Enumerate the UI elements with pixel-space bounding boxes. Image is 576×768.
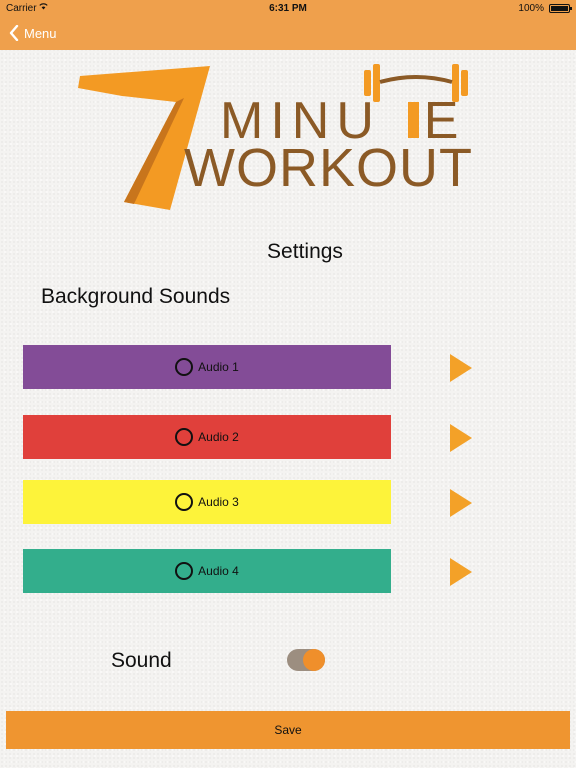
chevron-left-icon [9,25,19,41]
audio-option-label: Audio 3 [198,495,239,509]
section-title: Background Sounds [41,285,231,308]
clock: 6:31 PM [269,3,307,14]
audio-option-2[interactable]: Audio 2 [23,415,391,459]
audio-option-3[interactable]: Audio 3 [23,480,391,524]
audio-option-label: Audio 4 [198,564,239,578]
status-bar: Carrier 6:31 PM 100% [0,0,576,17]
navigation-bar: Carrier 6:31 PM 100% Menu [0,0,576,50]
audio-option-4[interactable]: Audio 4 [23,549,391,593]
play-icon[interactable] [450,558,472,586]
battery-percent: 100% [518,3,544,14]
app-logo: MINU E WORKOUT [78,64,473,210]
battery-icon [549,4,572,13]
save-button[interactable]: Save [6,711,570,749]
page-title: Settings [267,240,343,263]
play-icon[interactable] [450,489,472,517]
audio-option-label: Audio 2 [198,430,239,444]
radio-icon [175,493,194,511]
sound-label: Sound [111,649,172,672]
play-icon[interactable] [450,354,472,382]
radio-icon [175,358,194,376]
radio-icon [175,562,194,580]
back-button[interactable]: Menu [8,23,57,43]
back-label: Menu [24,25,57,41]
play-icon[interactable] [450,424,472,452]
audio-option-label: Audio 1 [198,360,239,374]
sound-toggle[interactable] [287,649,325,671]
logo-line2: WORKOUT [184,138,473,198]
toggle-knob [303,649,325,671]
audio-option-1[interactable]: Audio 1 [23,345,391,389]
radio-icon [175,428,194,446]
